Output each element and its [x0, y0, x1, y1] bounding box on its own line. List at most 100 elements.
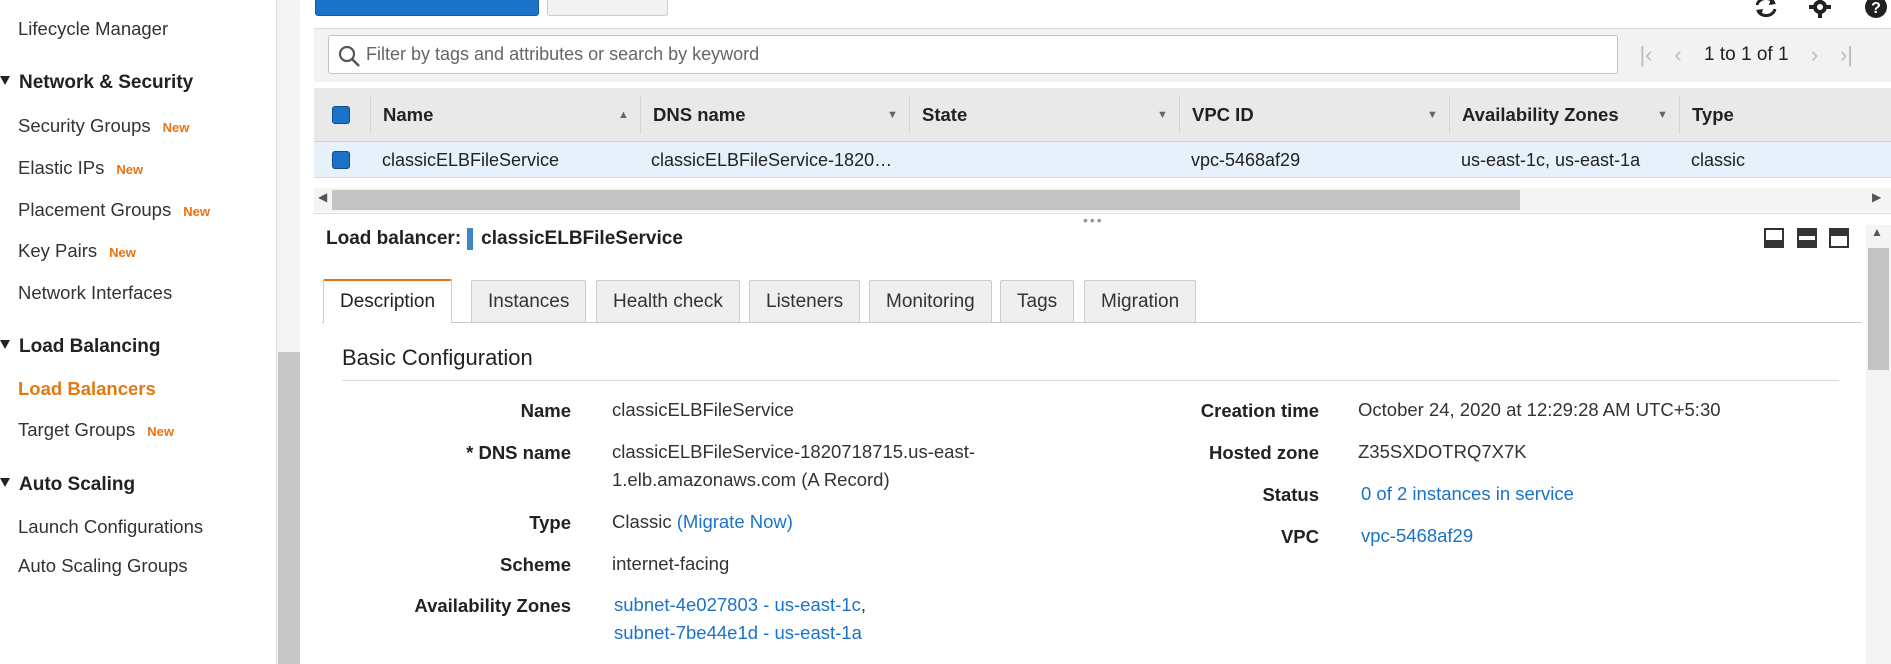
column-header-availability-zones[interactable]: Availability Zones	[1462, 88, 1619, 142]
dns-name-label: * DNS name	[466, 442, 571, 463]
sidebar-scrollbar-thumb[interactable]	[278, 352, 300, 664]
refresh-icon-svg	[1755, 0, 1777, 18]
sidebar-section-load-balancing[interactable]: Load Balancing	[0, 336, 160, 358]
scroll-right-icon[interactable]: ▶	[1872, 190, 1881, 204]
vpc-link[interactable]: vpc-5468af29	[1361, 522, 1473, 550]
sidebar-item-auto-scaling-groups[interactable]: Auto Scaling Groups	[18, 555, 188, 577]
sidebar-item-label: Launch Configurations	[18, 516, 204, 537]
hosted-zone-label: Hosted zone	[1209, 442, 1319, 463]
next-page-icon[interactable]: ›	[1799, 42, 1831, 68]
subnet-link-1c[interactable]: subnet-4e027803 - us-east-1c	[614, 594, 861, 615]
collapse-triangle-icon	[0, 340, 10, 350]
splitter-grip-icon[interactable]: •••	[1083, 212, 1104, 228]
sidebar-section-auto-scaling[interactable]: Auto Scaling	[0, 474, 135, 496]
sidebar-item-label: Elastic IPs	[18, 157, 105, 178]
sidebar-section-network-security[interactable]: Network & Security	[0, 72, 193, 94]
sidebar-item-placement-groups[interactable]: Placement Groups New	[18, 199, 210, 221]
sidebar-item-elastic-ips[interactable]: Elastic IPs New	[18, 157, 143, 179]
column-divider[interactable]	[1679, 96, 1680, 134]
create-load-balancer-button[interactable]	[315, 0, 539, 16]
tab-description[interactable]: Description	[323, 279, 453, 323]
type-value-text: Classic	[612, 511, 672, 532]
gear-icon[interactable]	[1806, 0, 1834, 18]
column-header-type[interactable]: Type	[1692, 88, 1734, 142]
search-input[interactable]	[366, 37, 1614, 72]
new-badge: New	[109, 245, 136, 260]
help-icon-svg: ?	[1865, 0, 1887, 18]
help-icon[interactable]: ?	[1862, 0, 1890, 18]
creation-time-value: October 24, 2020 at 12:29:28 AM UTC+5:30	[1358, 399, 1721, 420]
tab-tags[interactable]: Tags	[1000, 280, 1075, 322]
cell-type: classic	[1691, 150, 1746, 170]
subnet-link-1a[interactable]: subnet-7be44e1d - us-east-1a	[614, 619, 862, 647]
type-value: Classic (Migrate Now)	[612, 508, 793, 536]
layout-top-icon[interactable]	[1829, 228, 1849, 248]
sidebar-item-key-pairs[interactable]: Key Pairs New	[18, 240, 136, 262]
sort-icon[interactable]: ▼	[1657, 88, 1668, 142]
new-badge: New	[162, 120, 190, 135]
prev-page-icon[interactable]: ‹	[1662, 42, 1694, 68]
sidebar-item-lifecycle-manager[interactable]: Lifecycle Manager	[18, 18, 168, 40]
status-label: Status	[1262, 484, 1319, 505]
type-label: Type	[529, 512, 571, 533]
refresh-icon[interactable]	[1752, 0, 1780, 18]
sidebar-item-load-balancers[interactable]: Load Balancers	[18, 378, 156, 400]
dns-name-value-line1: classicELBFileService-1820718715.us-east…	[612, 441, 975, 462]
scroll-left-icon[interactable]: ◀	[318, 190, 327, 204]
collapse-triangle-icon	[0, 478, 10, 488]
column-header-dns-name[interactable]: DNS name	[653, 88, 746, 142]
column-divider[interactable]	[1179, 96, 1180, 134]
actions-button[interactable]	[547, 0, 668, 16]
first-page-icon[interactable]: |‹	[1630, 42, 1662, 68]
tab-migration[interactable]: Migration	[1084, 280, 1197, 322]
sidebar-section-label: Network & Security	[19, 72, 194, 93]
detail-title-name: classicELBFileService	[481, 228, 683, 249]
scheme-label: Scheme	[500, 554, 571, 575]
column-header-name[interactable]: Name	[383, 88, 433, 142]
gear-icon-svg	[1809, 0, 1831, 18]
availability-zones-label: Availability Zones	[414, 595, 571, 616]
detail-title: Load balancer: classicELBFileService	[326, 228, 683, 250]
sort-icon[interactable]: ▼	[1427, 88, 1438, 142]
sidebar-item-label: Target Groups	[18, 419, 136, 440]
new-badge: New	[147, 424, 174, 439]
sort-ascending-icon[interactable]: ▲	[618, 88, 629, 142]
table-horizontal-scrollbar-thumb[interactable]	[332, 190, 1520, 210]
pager-text: 1 to 1 of 1	[1704, 44, 1789, 65]
sort-icon[interactable]: ▼	[887, 88, 898, 142]
tab-listeners[interactable]: Listeners	[749, 280, 861, 322]
sort-icon[interactable]: ▼	[1157, 88, 1168, 142]
tab-health-check[interactable]: Health check	[596, 280, 740, 322]
svg-text:?: ?	[1871, 0, 1881, 17]
column-header-state[interactable]: State	[922, 88, 967, 142]
column-divider[interactable]	[640, 96, 641, 134]
layout-bottom-icon[interactable]	[1764, 228, 1784, 248]
cell-dns-name: classicELBFileService-1820…	[651, 150, 893, 170]
status-link[interactable]: 0 of 2 instances in service	[1361, 480, 1574, 508]
select-all-checkbox[interactable]	[332, 106, 350, 124]
sidebar-item-network-interfaces[interactable]: Network Interfaces	[18, 282, 172, 304]
tab-monitoring[interactable]: Monitoring	[869, 280, 992, 322]
detail-vertical-scrollbar-thumb[interactable]	[1868, 248, 1889, 370]
migrate-now-link[interactable]: (Migrate Now)	[677, 511, 793, 532]
last-page-icon[interactable]: ›|	[1831, 42, 1863, 68]
column-divider[interactable]	[1449, 96, 1450, 134]
name-label: Name	[520, 400, 571, 421]
sidebar-item-target-groups[interactable]: Target Groups New	[18, 419, 174, 441]
sidebar-item-label: Network Interfaces	[18, 282, 173, 303]
section-divider	[342, 380, 1839, 381]
creation-time-label: Creation time	[1200, 400, 1319, 421]
column-divider[interactable]	[909, 96, 910, 134]
row-checkbox[interactable]	[332, 151, 350, 169]
sidebar-gap	[300, 0, 314, 664]
az-separator: ,	[860, 594, 866, 615]
layout-split-icon[interactable]	[1797, 228, 1817, 248]
table-header	[314, 88, 1891, 142]
sidebar-item-security-groups[interactable]: Security Groups New	[18, 115, 189, 137]
sidebar-item-label: Auto Scaling Groups	[18, 555, 188, 576]
column-header-vpc-id[interactable]: VPC ID	[1192, 88, 1254, 142]
scroll-up-icon[interactable]: ▲	[1871, 225, 1883, 239]
sidebar-item-launch-configurations[interactable]: Launch Configurations	[18, 516, 203, 538]
sidebar-section-label: Auto Scaling	[19, 474, 136, 495]
tab-instances[interactable]: Instances	[471, 280, 587, 322]
